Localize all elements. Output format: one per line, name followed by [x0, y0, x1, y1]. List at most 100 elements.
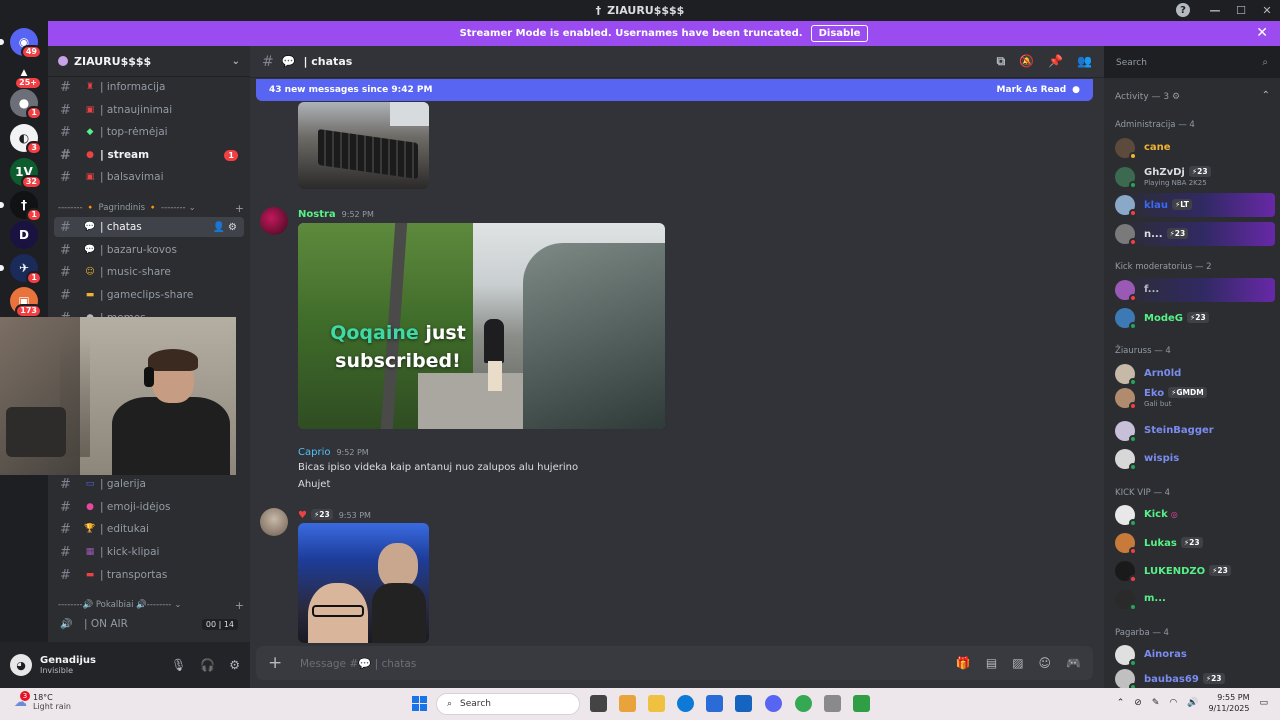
chevron-up-icon[interactable]: ⌃	[1262, 90, 1270, 101]
edge-icon[interactable]	[677, 695, 694, 712]
threads-icon[interactable]: ⧉	[997, 54, 1006, 69]
member-item[interactable]: cane	[1115, 136, 1275, 160]
chrome-icon[interactable]	[795, 695, 812, 712]
member-item[interactable]: SteinBagger	[1115, 419, 1275, 443]
channel-atnaujinimai[interactable]: # ▣ | atnaujinimai	[54, 100, 244, 120]
member-item[interactable]: f...	[1115, 278, 1275, 302]
member-item[interactable]: m...	[1115, 587, 1275, 611]
outlook-icon[interactable]	[735, 695, 752, 712]
emoji-icon[interactable]: ☺	[1039, 656, 1052, 670]
channel-editukai[interactable]: # 🏆 | editukai	[54, 519, 244, 539]
channel-bazaru-kovos[interactable]: # 💬 | bazaru-kovos	[54, 240, 244, 260]
attach-plus-icon[interactable]: +	[268, 653, 288, 673]
server-icon-1[interactable]: ◉ 49	[0, 28, 42, 59]
member-item[interactable]: Eko ⚡GMDM Gali but	[1115, 386, 1275, 410]
app-icon[interactable]	[853, 695, 870, 712]
server-icon-9[interactable]: ▣ 173	[10, 287, 42, 318]
author-name[interactable]: Nostra	[298, 209, 336, 220]
member-item[interactable]: Kick ◎	[1115, 503, 1275, 527]
activity-header[interactable]: Activity — 3 ⚙	[1115, 92, 1180, 102]
disable-button[interactable]: Disable	[810, 25, 869, 42]
message-image[interactable]	[298, 102, 429, 189]
server-icon-6[interactable]: † 1	[0, 191, 42, 222]
volume-icon[interactable]: 🔊	[1187, 698, 1198, 708]
gift-icon[interactable]: 🎁	[956, 656, 971, 670]
notification-icon[interactable]: ▭	[1259, 698, 1268, 708]
channel-settings-icon[interactable]: 👤⚙	[213, 222, 240, 233]
store-icon[interactable]	[706, 695, 723, 712]
member-item[interactable]: ModeG ⚡23	[1115, 306, 1275, 330]
new-messages-bar[interactable]: 43 new messages since 9:42 PM Mark As Re…	[256, 79, 1093, 101]
add-channel-icon[interactable]: +	[235, 202, 244, 215]
channel-music-share[interactable]: # ☺ | music-share	[54, 262, 244, 282]
channel-ON-AIR[interactable]: 🔊 | ON AIR 00 | 14	[54, 614, 244, 634]
member-item[interactable]: Ainoras	[1115, 643, 1275, 667]
server-icon-5[interactable]: 1V 32	[10, 158, 42, 189]
message-author[interactable]: Caprio 9:52 PM	[298, 447, 369, 458]
server-icon-4[interactable]: ◐ 3	[10, 124, 42, 155]
copilot-icon[interactable]	[619, 695, 636, 712]
file-icon[interactable]	[590, 695, 607, 712]
message-author[interactable]: ♥ ⚡23 9:53 PM	[298, 509, 371, 521]
channel-chatas[interactable]: # 💬 | chatas 👤⚙	[54, 217, 244, 237]
member-item[interactable]: baubas69 ⚡23	[1115, 667, 1275, 688]
channel-kick-klipai[interactable]: # ▦ | kick-klipai	[54, 542, 244, 562]
close-window-icon[interactable]: ✕	[1254, 0, 1280, 21]
start-button[interactable]	[412, 696, 427, 711]
mark-as-read-button[interactable]: Mark As Read ●	[997, 85, 1080, 95]
minimize-icon[interactable]: —	[1202, 0, 1228, 21]
taskbar-search[interactable]: ⌕ Search	[436, 693, 580, 715]
help-icon[interactable]: ?	[1176, 3, 1190, 17]
pin-icon[interactable]: 📌	[1048, 54, 1063, 69]
notification-bell-icon[interactable]: 🔕	[1019, 54, 1034, 69]
add-channel-icon[interactable]: +	[235, 599, 244, 612]
sticker-icon[interactable]: ▨	[1012, 656, 1023, 670]
channel-top-rėmėjai[interactable]: # ◆ | top-rėmėjai	[54, 122, 244, 142]
folder-icon[interactable]	[648, 695, 665, 712]
server-header[interactable]: ZIAURU$$$$ ⌄	[48, 46, 250, 77]
channel-category[interactable]: --------🔊 Pokalbiai 🔊-------- ⌄ +	[58, 598, 244, 612]
message-avatar[interactable]	[260, 508, 288, 536]
chevron-down-icon[interactable]: ⌄	[232, 56, 240, 67]
message-image[interactable]	[298, 523, 429, 643]
tool-icon[interactable]	[824, 695, 841, 712]
channel-transportas[interactable]: # ▬ | transportas	[54, 565, 244, 585]
channel-emoji-idėjos[interactable]: # ● | emoji-idėjos	[54, 497, 244, 517]
message-input[interactable]: Message #💬 | chatas	[300, 657, 416, 670]
channel-galerija[interactable]: # ▭ | galerija	[54, 474, 244, 494]
member-item[interactable]: LUKENDZO ⚡23	[1115, 559, 1275, 583]
message-avatar[interactable]	[260, 207, 288, 235]
channel-gameclips-share[interactable]: # ▬ | gameclips-share	[54, 285, 244, 305]
channel-stream[interactable]: # ● | stream 1	[54, 145, 244, 165]
discord-icon[interactable]	[765, 695, 782, 712]
wifi-icon[interactable]: ◠	[1169, 698, 1177, 708]
subscription-image[interactable]: Qoqaine just subscribed!	[298, 223, 665, 429]
server-icon-3[interactable]: ● 1	[10, 89, 42, 120]
channel-balsavimai[interactable]: # ▣ | balsavimai	[54, 167, 244, 187]
server-icon-8[interactable]: ✈ 1	[0, 254, 42, 285]
server-icon-2[interactable]: ▲ 25+	[10, 59, 42, 90]
channel-informacija[interactable]: # ♜ | informacija	[54, 77, 244, 97]
member-item[interactable]: Lukas ⚡23	[1115, 531, 1275, 555]
channel-category[interactable]: -------- 🔸 Pagrindinis 🔸 -------- ⌄ +	[58, 201, 244, 215]
clock[interactable]: 9:55 PM 9/11/2025	[1208, 692, 1249, 714]
member-item[interactable]: Arn0ld	[1115, 362, 1275, 386]
member-item[interactable]: wispis	[1115, 447, 1275, 471]
search-input[interactable]: Search ⌕	[1110, 53, 1274, 72]
member-item[interactable]: klau ⚡LT	[1115, 193, 1275, 217]
member-list-icon[interactable]: 👥	[1077, 54, 1092, 69]
maximize-icon[interactable]: ☐	[1228, 0, 1254, 21]
user-avatar[interactable]: ◕	[10, 654, 32, 676]
user-name[interactable]: Genadijus	[40, 655, 96, 666]
settings-gear-icon[interactable]: ⚙	[229, 658, 240, 672]
message-author[interactable]: Nostra 9:52 PM	[298, 209, 374, 220]
server-icon-7[interactable]: D	[10, 221, 38, 249]
author-name[interactable]: Caprio	[298, 447, 330, 458]
microphone-icon[interactable]: 🎙	[171, 658, 186, 672]
close-banner-icon[interactable]: ✕	[1256, 25, 1268, 41]
member-item[interactable]: n... ⚡23	[1115, 222, 1275, 246]
pen-icon[interactable]: ✎	[1152, 698, 1160, 708]
member-item[interactable]: GhZvDj ⚡23 Playing NBA 2K25	[1115, 165, 1275, 189]
gif-icon[interactable]: ▤	[986, 656, 997, 670]
headphones-icon[interactable]: 🎧	[200, 658, 215, 672]
